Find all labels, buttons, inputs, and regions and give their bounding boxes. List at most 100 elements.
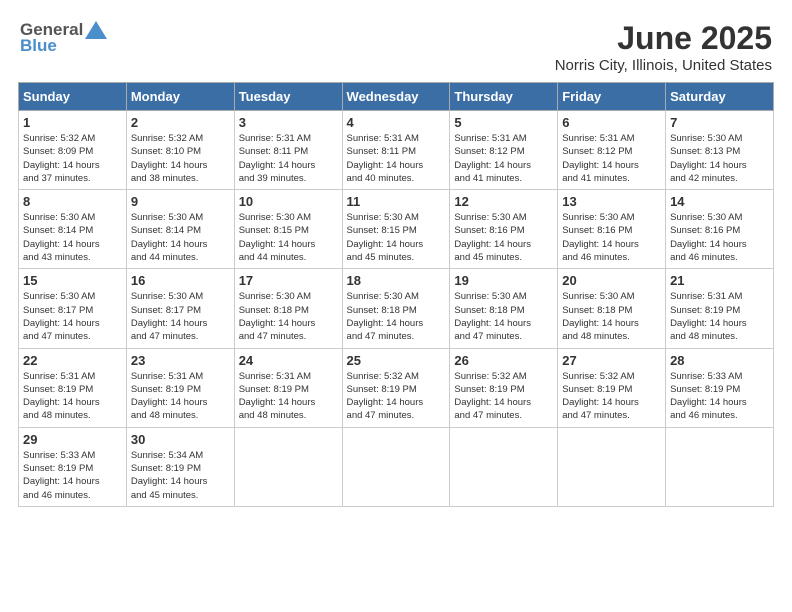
- day-info: Sunrise: 5:32 AMSunset: 8:09 PMDaylight:…: [23, 132, 122, 185]
- day-info: Sunrise: 5:33 AMSunset: 8:19 PMDaylight:…: [670, 370, 769, 423]
- day-number: 27: [562, 353, 661, 368]
- day-number: 20: [562, 273, 661, 288]
- day-number: 6: [562, 115, 661, 130]
- calendar-cell: [450, 427, 558, 506]
- calendar-cell: 10 Sunrise: 5:30 AMSunset: 8:15 PMDayligh…: [234, 190, 342, 269]
- header-cell-saturday: Saturday: [666, 83, 774, 111]
- day-number: 24: [239, 353, 338, 368]
- day-info: Sunrise: 5:31 AMSunset: 8:19 PMDaylight:…: [670, 290, 769, 343]
- calendar-cell: 12Sunrise: 5:30 AMSunset: 8:16 PMDayligh…: [450, 190, 558, 269]
- day-info: Sunrise: 5:30 AMSunset: 8:15 PMDaylight:…: [239, 211, 338, 264]
- day-number: 9: [131, 194, 230, 209]
- day-info: Sunrise: 5:30 AMSunset: 8:16 PMDaylight:…: [670, 211, 769, 264]
- calendar-cell: 1Sunrise: 5:32 AMSunset: 8:09 PMDaylight…: [19, 111, 127, 190]
- day-info: Sunrise: 5:30 AMSunset: 8:18 PMDaylight:…: [239, 290, 338, 343]
- calendar-week-3: 22 Sunrise: 5:31 AMSunset: 8:19 PMDayligh…: [19, 348, 774, 427]
- header-cell-sunday: Sunday: [19, 83, 127, 111]
- day-number: 29: [23, 432, 122, 447]
- day-number: 23: [131, 353, 230, 368]
- day-number: 4: [347, 115, 446, 130]
- day-info: Sunrise: 5:30 AMSunset: 8:13 PMDaylight:…: [670, 132, 769, 185]
- day-info: Sunrise: 5:30 AMSunset: 8:16 PMDaylight:…: [562, 211, 661, 264]
- calendar-week-4: 29 Sunrise: 5:33 AMSunset: 8:19 PMDayligh…: [19, 427, 774, 506]
- calendar-cell: 15 Sunrise: 5:30 AMSunset: 8:17 PMDayligh…: [19, 269, 127, 348]
- day-number: 17: [239, 273, 338, 288]
- calendar-cell: [666, 427, 774, 506]
- header-cell-friday: Friday: [558, 83, 666, 111]
- calendar-cell: 5Sunrise: 5:31 AMSunset: 8:12 PMDaylight…: [450, 111, 558, 190]
- calendar-cell: 6 Sunrise: 5:31 AMSunset: 8:12 PMDaylight…: [558, 111, 666, 190]
- day-info: Sunrise: 5:33 AMSunset: 8:19 PMDaylight:…: [23, 449, 122, 502]
- day-number: 18: [347, 273, 446, 288]
- day-info: Sunrise: 5:30 AMSunset: 8:18 PMDaylight:…: [347, 290, 446, 343]
- day-info: Sunrise: 5:32 AMSunset: 8:19 PMDaylight:…: [347, 370, 446, 423]
- day-number: 7: [670, 115, 769, 130]
- calendar-cell: 18 Sunrise: 5:30 AMSunset: 8:18 PMDayligh…: [342, 269, 450, 348]
- header-cell-tuesday: Tuesday: [234, 83, 342, 111]
- calendar-cell: 17 Sunrise: 5:30 AMSunset: 8:18 PMDayligh…: [234, 269, 342, 348]
- location-title: Norris City, Illinois, United States: [555, 57, 772, 74]
- day-info: Sunrise: 5:30 AMSunset: 8:18 PMDaylight:…: [454, 290, 553, 343]
- day-info: Sunrise: 5:30 AMSunset: 8:17 PMDaylight:…: [23, 290, 122, 343]
- day-number: 13: [562, 194, 661, 209]
- day-number: 28: [670, 353, 769, 368]
- day-info: Sunrise: 5:34 AMSunset: 8:19 PMDaylight:…: [131, 449, 230, 502]
- day-number: 26: [454, 353, 553, 368]
- calendar-cell: 24 Sunrise: 5:31 AMSunset: 8:19 PMDayligh…: [234, 348, 342, 427]
- calendar-week-0: 1Sunrise: 5:32 AMSunset: 8:09 PMDaylight…: [19, 111, 774, 190]
- calendar: SundayMondayTuesdayWednesdayThursdayFrid…: [18, 82, 774, 507]
- calendar-cell: 3Sunrise: 5:31 AMSunset: 8:11 PMDaylight…: [234, 111, 342, 190]
- day-number: 15: [23, 273, 122, 288]
- day-info: Sunrise: 5:31 AMSunset: 8:11 PMDaylight:…: [347, 132, 446, 185]
- day-info: Sunrise: 5:31 AMSunset: 8:12 PMDaylight:…: [562, 132, 661, 185]
- calendar-cell: 27 Sunrise: 5:32 AMSunset: 8:19 PMDayligh…: [558, 348, 666, 427]
- header-cell-monday: Monday: [126, 83, 234, 111]
- day-number: 8: [23, 194, 122, 209]
- calendar-cell: 14 Sunrise: 5:30 AMSunset: 8:16 PMDayligh…: [666, 190, 774, 269]
- calendar-cell: 19 Sunrise: 5:30 AMSunset: 8:18 PMDayligh…: [450, 269, 558, 348]
- calendar-cell: [558, 427, 666, 506]
- logo: General Blue: [20, 20, 107, 56]
- day-number: 19: [454, 273, 553, 288]
- calendar-body: 1Sunrise: 5:32 AMSunset: 8:09 PMDaylight…: [19, 111, 774, 507]
- calendar-cell: 11 Sunrise: 5:30 AMSunset: 8:15 PMDayligh…: [342, 190, 450, 269]
- calendar-cell: 26 Sunrise: 5:32 AMSunset: 8:19 PMDayligh…: [450, 348, 558, 427]
- day-info: Sunrise: 5:32 AMSunset: 8:10 PMDaylight:…: [131, 132, 230, 185]
- calendar-cell: 22 Sunrise: 5:31 AMSunset: 8:19 PMDayligh…: [19, 348, 127, 427]
- header-cell-thursday: Thursday: [450, 83, 558, 111]
- day-number: 12: [454, 194, 553, 209]
- day-info: Sunrise: 5:30 AMSunset: 8:18 PMDaylight:…: [562, 290, 661, 343]
- day-info: Sunrise: 5:30 AMSunset: 8:14 PMDaylight:…: [23, 211, 122, 264]
- day-info: Sunrise: 5:32 AMSunset: 8:19 PMDaylight:…: [454, 370, 553, 423]
- day-info: Sunrise: 5:31 AMSunset: 8:12 PMDaylight:…: [454, 132, 553, 185]
- title-area: June 2025 Norris City, Illinois, United …: [555, 20, 772, 74]
- day-number: 2: [131, 115, 230, 130]
- day-info: Sunrise: 5:32 AMSunset: 8:19 PMDaylight:…: [562, 370, 661, 423]
- calendar-week-2: 15 Sunrise: 5:30 AMSunset: 8:17 PMDayligh…: [19, 269, 774, 348]
- day-number: 14: [670, 194, 769, 209]
- calendar-cell: 2 Sunrise: 5:32 AMSunset: 8:10 PMDaylight…: [126, 111, 234, 190]
- calendar-cell: 25Sunrise: 5:32 AMSunset: 8:19 PMDayligh…: [342, 348, 450, 427]
- day-info: Sunrise: 5:30 AMSunset: 8:17 PMDaylight:…: [131, 290, 230, 343]
- day-number: 11: [347, 194, 446, 209]
- day-number: 10: [239, 194, 338, 209]
- day-number: 22: [23, 353, 122, 368]
- calendar-cell: 7 Sunrise: 5:30 AMSunset: 8:13 PMDaylight…: [666, 111, 774, 190]
- day-info: Sunrise: 5:31 AMSunset: 8:11 PMDaylight:…: [239, 132, 338, 185]
- calendar-cell: 8 Sunrise: 5:30 AMSunset: 8:14 PMDaylight…: [19, 190, 127, 269]
- month-title: June 2025: [555, 20, 772, 57]
- calendar-week-1: 8 Sunrise: 5:30 AMSunset: 8:14 PMDaylight…: [19, 190, 774, 269]
- calendar-cell: 13 Sunrise: 5:30 AMSunset: 8:16 PMDayligh…: [558, 190, 666, 269]
- calendar-cell: 4 Sunrise: 5:31 AMSunset: 8:11 PMDaylight…: [342, 111, 450, 190]
- calendar-header-row: SundayMondayTuesdayWednesdayThursdayFrid…: [19, 83, 774, 111]
- day-info: Sunrise: 5:31 AMSunset: 8:19 PMDaylight:…: [131, 370, 230, 423]
- day-info: Sunrise: 5:30 AMSunset: 8:14 PMDaylight:…: [131, 211, 230, 264]
- day-info: Sunrise: 5:30 AMSunset: 8:15 PMDaylight:…: [347, 211, 446, 264]
- logo-icon: [85, 21, 107, 39]
- day-info: Sunrise: 5:31 AMSunset: 8:19 PMDaylight:…: [239, 370, 338, 423]
- day-info: Sunrise: 5:31 AMSunset: 8:19 PMDaylight:…: [23, 370, 122, 423]
- calendar-cell: 30Sunrise: 5:34 AMSunset: 8:19 PMDayligh…: [126, 427, 234, 506]
- calendar-cell: 16Sunrise: 5:30 AMSunset: 8:17 PMDayligh…: [126, 269, 234, 348]
- logo-blue: Blue: [20, 36, 57, 56]
- calendar-cell: 9 Sunrise: 5:30 AMSunset: 8:14 PMDaylight…: [126, 190, 234, 269]
